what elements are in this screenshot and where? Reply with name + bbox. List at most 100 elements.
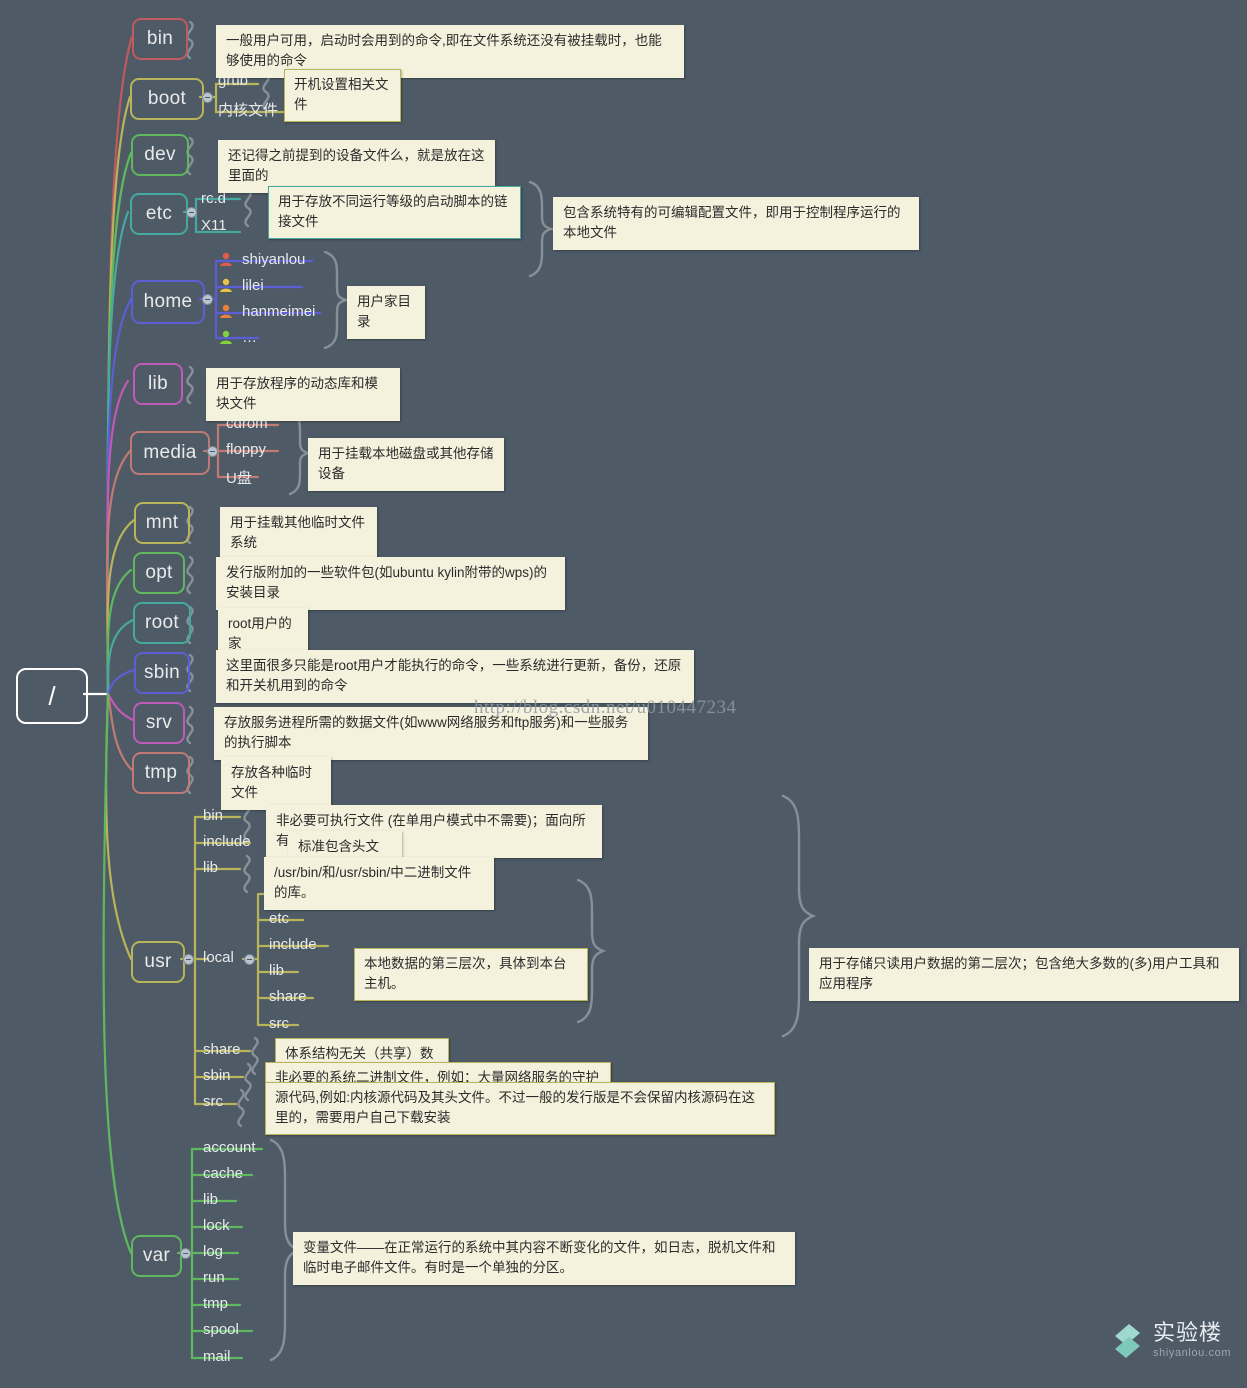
collapse-toggle-local[interactable] xyxy=(244,954,255,965)
node-usr-child-share[interactable]: share xyxy=(199,1041,245,1060)
shiyanlou-logo-cn: 实验楼 xyxy=(1153,1320,1223,1345)
note-text: 用于存放不同运行等级的启动脚本的链接文件 xyxy=(278,194,508,230)
node-root[interactable]: root xyxy=(133,602,191,644)
note-text: 还记得之前提到的设备文件么，就是放在这里面的 xyxy=(228,148,485,184)
node-var-child-log[interactable]: log xyxy=(199,1243,227,1262)
node-usr-child-lib[interactable]: lib xyxy=(199,859,222,878)
node-usr-local-child-include[interactable]: include xyxy=(265,936,321,955)
node-media-child-udisk[interactable]: U盘 xyxy=(222,467,256,490)
node-etc-child-x11[interactable]: X11 xyxy=(197,217,231,236)
node-boot[interactable]: boot xyxy=(130,78,204,120)
node-lib[interactable]: lib xyxy=(133,363,183,405)
label-text: share xyxy=(203,1041,241,1058)
collapse-toggle-etc[interactable] xyxy=(186,207,197,218)
note-usr-src: 源代码,例如:内核源代码及其头文件。不过一般的发行版是不会保留内核源码在这里的，… xyxy=(265,1082,775,1135)
node-usr-local-child-share[interactable]: share xyxy=(265,988,311,1007)
node-home[interactable]: home xyxy=(131,280,205,324)
node-mnt-label: mnt xyxy=(145,512,179,533)
label-text: run xyxy=(203,1269,225,1286)
note-tmp: 存放各种临时文件 xyxy=(221,757,331,810)
label-text: lib xyxy=(203,1191,219,1208)
node-var-child-spool[interactable]: spool xyxy=(199,1321,243,1340)
node-var-child-mail[interactable]: mail xyxy=(199,1348,235,1367)
label-text: src xyxy=(269,1015,289,1032)
node-usr-local-child-lib[interactable]: lib xyxy=(265,962,288,981)
label-text: U盘 xyxy=(226,470,252,487)
label-text: etc xyxy=(269,910,290,927)
node-srv-label: srv xyxy=(145,712,173,733)
label-text: include xyxy=(269,936,317,953)
node-bin[interactable]: bin xyxy=(132,18,188,60)
person-icon xyxy=(220,330,232,344)
node-etc[interactable]: etc xyxy=(130,193,188,235)
person-icon xyxy=(220,304,232,318)
node-home-child-lilei[interactable]: lilei xyxy=(238,277,268,296)
root-node-label: / xyxy=(48,680,56,711)
node-var-child-cache[interactable]: cache xyxy=(199,1165,247,1184)
node-lib-label: lib xyxy=(148,373,168,394)
collapse-toggle-media[interactable] xyxy=(207,446,218,457)
node-sbin-label: sbin xyxy=(143,662,181,683)
node-tmp[interactable]: tmp xyxy=(132,752,190,794)
person-icon xyxy=(220,252,232,266)
note-text: 源代码,例如:内核源代码及其头文件。不过一般的发行版是不会保留内核源码在这里的，… xyxy=(275,1090,756,1126)
node-mnt[interactable]: mnt xyxy=(134,502,190,544)
node-var-child-lock[interactable]: lock xyxy=(199,1217,234,1236)
note-text: root用户的家 xyxy=(228,616,292,652)
collapse-toggle-usr[interactable] xyxy=(183,954,194,965)
node-boot-label: boot xyxy=(147,88,187,109)
note-text: 开机设置相关文件 xyxy=(294,77,389,113)
note-usr: 用于存储只读用户数据的第二层次；包含绝大多数的(多)用户工具和应用程序 xyxy=(809,948,1239,1001)
note-text: /usr/bin/和/usr/sbin/中二进制文件的库。 xyxy=(274,865,472,901)
node-media-child-floppy[interactable]: floppy xyxy=(222,441,270,460)
node-opt-label: opt xyxy=(145,562,173,583)
shiyanlou-logo-en: shiyanlou.com xyxy=(1153,1347,1232,1359)
node-media[interactable]: media xyxy=(130,431,210,475)
node-dev[interactable]: dev xyxy=(131,134,189,176)
collapse-toggle-boot[interactable] xyxy=(202,92,213,103)
label-text: bin xyxy=(203,807,224,824)
label-text: spool xyxy=(203,1321,239,1338)
note-dev: 还记得之前提到的设备文件么，就是放在这里面的 xyxy=(218,140,495,193)
node-usr-child-src[interactable]: src xyxy=(199,1093,227,1112)
node-home-child-shiyanlou[interactable]: shiyanlou xyxy=(238,251,309,270)
label-text: rc.d xyxy=(201,190,227,207)
node-sbin[interactable]: sbin xyxy=(134,652,190,694)
node-usr-child-local[interactable]: local xyxy=(199,949,238,968)
node-etc-child-rcd[interactable]: rc.d xyxy=(197,190,230,209)
note-text: 用于挂载本地磁盘或其他存储设备 xyxy=(318,446,494,482)
note-text: 这里面很多只能是root用户才能执行的命令，一些系统进行更新，备份，还原和开关机… xyxy=(226,658,682,694)
node-usr-child-include[interactable]: include xyxy=(199,833,255,852)
note-text: 一般用户可用，启动时会用到的命令,即在文件系统还没有被挂载时，也能够使用的命令 xyxy=(226,33,662,69)
note-opt: 发行版附加的一些软件包(如ubuntu kylin附带的wps)的安装目录 xyxy=(216,557,565,610)
node-usr-local-child-src[interactable]: src xyxy=(265,1015,293,1034)
node-usr-local-child-etc[interactable]: etc xyxy=(265,910,293,929)
note-var: 变量文件——在正常运行的系统中其内容不断变化的文件，如日志，脱机文件和临时电子邮… xyxy=(293,1232,795,1285)
node-dev-label: dev xyxy=(144,144,176,165)
node-home-child-hanmeimei[interactable]: hanmeimei xyxy=(238,303,319,322)
node-var[interactable]: var xyxy=(131,1235,182,1277)
node-var-child-lib[interactable]: lib xyxy=(199,1191,222,1210)
node-opt[interactable]: opt xyxy=(133,552,185,594)
root-node[interactable]: / xyxy=(16,668,88,724)
node-srv[interactable]: srv xyxy=(133,702,185,744)
label-text: X11 xyxy=(201,217,227,234)
label-text: cache xyxy=(203,1165,244,1182)
node-var-child-account[interactable]: account xyxy=(199,1139,260,1158)
node-var-child-tmp[interactable]: tmp xyxy=(199,1295,232,1314)
note-text: 包含系统特有的可编辑配置文件，即用于控制程序运行的本地文件 xyxy=(563,205,901,241)
node-etc-label: etc xyxy=(145,203,173,224)
node-home-child-more[interactable]: … xyxy=(238,329,261,348)
node-bin-label: bin xyxy=(146,28,174,49)
collapse-toggle-home[interactable] xyxy=(202,294,213,305)
collapse-toggle-var[interactable] xyxy=(180,1248,191,1259)
node-usr[interactable]: usr xyxy=(131,941,185,983)
node-var-child-run[interactable]: run xyxy=(199,1269,229,1288)
node-usr-child-sbin[interactable]: sbin xyxy=(199,1067,235,1086)
label-text: src xyxy=(203,1093,223,1110)
note-text: 本地数据的第三层次，具体到本台主机。 xyxy=(364,956,567,992)
person-icon xyxy=(220,278,232,292)
note-sbin: 这里面很多只能是root用户才能执行的命令，一些系统进行更新，备份，还原和开关机… xyxy=(216,650,694,703)
note-media: 用于挂载本地磁盘或其他存储设备 xyxy=(308,438,504,491)
node-usr-child-bin[interactable]: bin xyxy=(199,807,227,826)
